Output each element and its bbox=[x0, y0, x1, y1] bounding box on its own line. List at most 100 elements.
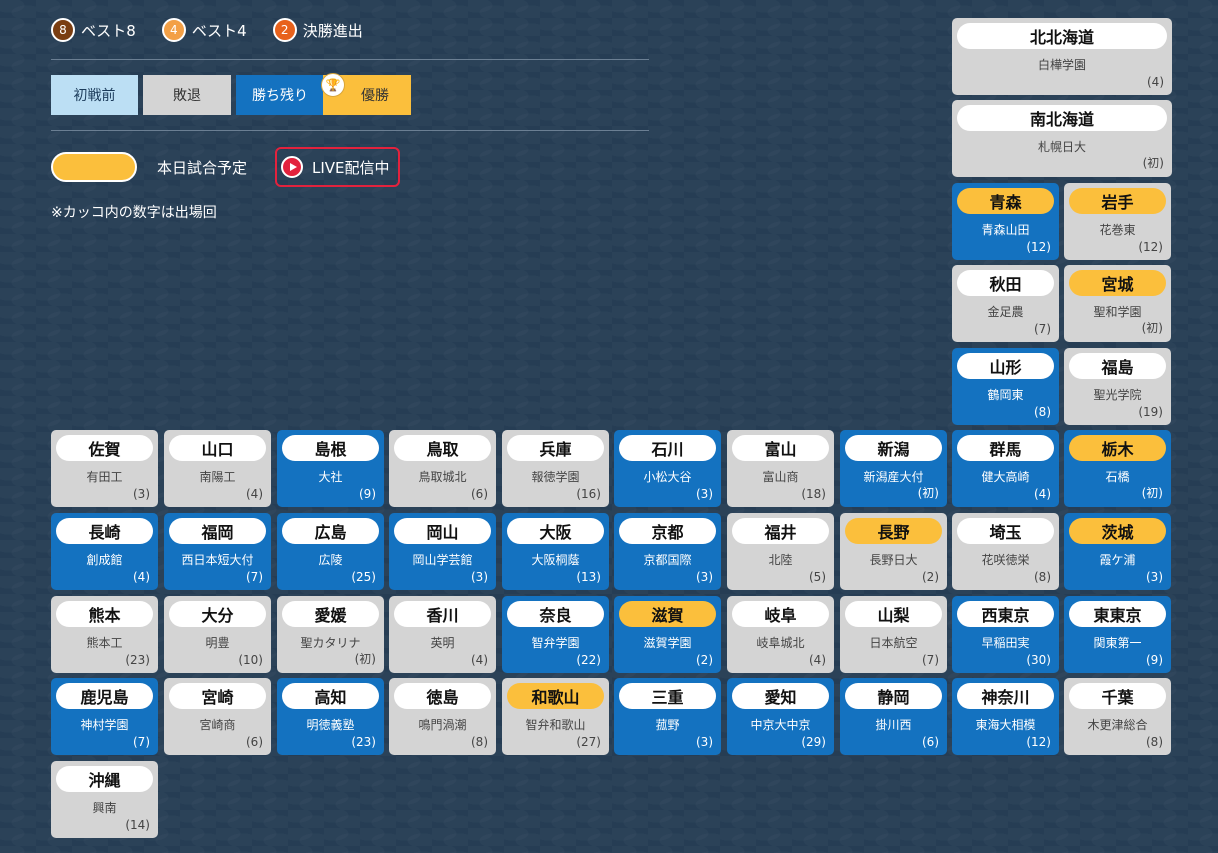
appearance-count: (29) bbox=[801, 735, 826, 749]
prefecture-name: 山形 bbox=[957, 353, 1054, 379]
prefecture-card[interactable]: 青森 青森山田 (12) bbox=[952, 183, 1059, 260]
prefecture-card[interactable]: 広島 広陵 (25) bbox=[277, 513, 384, 590]
prefecture-name: 青森 bbox=[957, 188, 1054, 214]
prefecture-card[interactable]: 富山 富山商 (18) bbox=[727, 430, 834, 507]
prefecture-card[interactable]: 奈良 智弁学園 (22) bbox=[502, 596, 609, 673]
school-name: 石橋 bbox=[1105, 470, 1130, 484]
school-name: 掛川西 bbox=[875, 718, 912, 732]
status-lost: 敗退 bbox=[143, 75, 231, 115]
prefecture-card[interactable]: 岐阜 岐阜城北 (4) bbox=[727, 596, 834, 673]
prefecture-card[interactable]: 新潟 新潟産大付 (初) bbox=[840, 430, 947, 507]
prefecture-card[interactable]: 沖縄 興南 (14) bbox=[51, 761, 158, 838]
prefecture-card[interactable]: 埼玉 花咲徳栄 (8) bbox=[952, 513, 1059, 590]
appearance-count: (4) bbox=[1034, 487, 1051, 501]
prefecture-name: 茨城 bbox=[1069, 518, 1166, 544]
prefecture-card[interactable]: 香川 英明 (4) bbox=[389, 596, 496, 673]
prefecture-card[interactable]: 和歌山 智弁和歌山 (27) bbox=[502, 678, 609, 755]
prefecture-card[interactable]: 三重 菰野 (3) bbox=[614, 678, 721, 755]
school-name: 健大高崎 bbox=[981, 470, 1030, 484]
prefecture-card[interactable]: 千葉 木更津総合 (8) bbox=[1064, 678, 1171, 755]
prefecture-card[interactable]: 鳥取 鳥取城北 (6) bbox=[389, 430, 496, 507]
prefecture-card[interactable]: 大分 明豊 (10) bbox=[164, 596, 271, 673]
prefecture-name: 香川 bbox=[394, 601, 491, 627]
prefecture-name: 鳥取 bbox=[394, 435, 491, 461]
prefecture-card[interactable]: 島根 大社 (9) bbox=[277, 430, 384, 507]
prefecture-card[interactable]: 岩手 花巻東 (12) bbox=[1064, 183, 1171, 260]
prefecture-name: 栃木 bbox=[1069, 435, 1166, 461]
school-name: 長野日大 bbox=[869, 553, 918, 567]
prefecture-card[interactable]: 北北海道 白樺学園 (4) bbox=[952, 18, 1172, 95]
school-name: 新潟産大付 bbox=[863, 470, 924, 484]
prefecture-card[interactable]: 茨城霞ケ浦 (3) bbox=[1064, 513, 1171, 590]
prefecture-card[interactable]: 兵庫 報徳学園 (16) bbox=[502, 430, 609, 507]
prefecture-card[interactable]: 福島 聖光学院 (19) bbox=[1064, 348, 1171, 425]
school-name: 熊本工 bbox=[86, 636, 123, 650]
prefecture-name: 山口 bbox=[169, 435, 266, 461]
prefecture-card[interactable]: 熊本 熊本工 (23) bbox=[51, 596, 158, 673]
prefecture-card[interactable]: 鹿児島 神村学園 (7) bbox=[51, 678, 158, 755]
appearance-count: (19) bbox=[1138, 405, 1163, 419]
prefecture-name: 長崎 bbox=[56, 518, 153, 544]
best4-label: ベスト4 bbox=[191, 21, 247, 40]
prefecture-card[interactable]: 石川 小松大谷 (3) bbox=[614, 430, 721, 507]
prefecture-name: 愛媛 bbox=[282, 601, 379, 627]
prefecture-card[interactable]: 宮崎 宮崎商 (6) bbox=[164, 678, 271, 755]
prefecture-name: 宮崎 bbox=[169, 683, 266, 709]
prefecture-card[interactable]: 山形 鶴岡東 (8) bbox=[952, 348, 1059, 425]
school-name: 金足農 bbox=[987, 305, 1024, 319]
appearance-count: (25) bbox=[351, 570, 376, 584]
prefecture-card[interactable]: 秋田 金足農 (7) bbox=[952, 265, 1059, 342]
prefecture-card[interactable]: 京都 京都国際 (3) bbox=[614, 513, 721, 590]
prefecture-name: 福井 bbox=[732, 518, 829, 544]
appearance-count: (9) bbox=[1146, 653, 1163, 667]
prefecture-card[interactable]: 佐賀 有田工 (3) bbox=[51, 430, 158, 507]
prefecture-name: 島根 bbox=[282, 435, 379, 461]
prefecture-card[interactable]: 山梨 日本航空 (7) bbox=[840, 596, 947, 673]
school-name: 富山商 bbox=[762, 470, 799, 484]
school-name: 北陸 bbox=[768, 553, 793, 567]
school-name: 神村学園 bbox=[80, 718, 129, 732]
appearance-count: (3) bbox=[1146, 570, 1163, 584]
prefecture-card[interactable]: 宮城 聖和学園 (初) bbox=[1064, 265, 1171, 342]
today-legend: 本日試合予定 LIVE配信中 bbox=[51, 147, 400, 187]
prefecture-card[interactable]: 滋賀 滋賀学園 (2) bbox=[614, 596, 721, 673]
appearance-count: (7) bbox=[1034, 322, 1051, 336]
prefecture-card[interactable]: 徳島鳴門渦潮 (8) bbox=[389, 678, 496, 755]
prefecture-card[interactable]: 西東京 早稲田実 (30) bbox=[952, 596, 1059, 673]
appearance-count: (7) bbox=[133, 735, 150, 749]
appearance-count: (初) bbox=[1141, 321, 1163, 335]
prefecture-card[interactable]: 高知 明徳義塾 (23) bbox=[277, 678, 384, 755]
prefecture-card[interactable]: 長崎 創成館 (4) bbox=[51, 513, 158, 590]
prefecture-card[interactable]: 福岡 西日本短大付 (7) bbox=[164, 513, 271, 590]
prefecture-card[interactable]: 栃木 石橋 (初) bbox=[1064, 430, 1171, 507]
appearance-count: (初) bbox=[354, 652, 376, 666]
prefecture-card[interactable]: 愛知 中京大中京 (29) bbox=[727, 678, 834, 755]
appearance-count: (10) bbox=[238, 653, 263, 667]
prefecture-card[interactable]: 神奈川 東海大相模 (12) bbox=[952, 678, 1059, 755]
prefecture-card[interactable]: 東東京 関東第一 (9) bbox=[1064, 596, 1171, 673]
appearance-count: (12) bbox=[1138, 240, 1163, 254]
prefecture-card[interactable]: 大阪 大阪桐蔭 (13) bbox=[502, 513, 609, 590]
live-label: LIVE配信中 bbox=[312, 158, 390, 177]
prefecture-name: 滋賀 bbox=[619, 601, 716, 627]
prefecture-name: 北北海道 bbox=[957, 23, 1167, 49]
school-name: 鳥取城北 bbox=[418, 470, 467, 484]
prefecture-name: 徳島 bbox=[394, 683, 491, 709]
prefecture-name: 千葉 bbox=[1069, 683, 1166, 709]
prefecture-name: 富山 bbox=[732, 435, 829, 461]
prefecture-card[interactable]: 静岡 掛川西 (6) bbox=[840, 678, 947, 755]
school-name: 霞ケ浦 bbox=[1099, 553, 1136, 567]
prefecture-card[interactable]: 山口 南陽工 (4) bbox=[164, 430, 271, 507]
prefecture-card[interactable]: 群馬健大高崎 (4) bbox=[952, 430, 1059, 507]
school-name: 鳴門渦潮 bbox=[418, 718, 467, 732]
school-name: 聖光学院 bbox=[1093, 388, 1142, 402]
prefecture-card[interactable]: 岡山 岡山学芸館 (3) bbox=[389, 513, 496, 590]
prefecture-card[interactable]: 福井 北陸 (5) bbox=[727, 513, 834, 590]
prefecture-name: 石川 bbox=[619, 435, 716, 461]
appearance-count: (8) bbox=[471, 735, 488, 749]
prefecture-card[interactable]: 南北海道 札幌日大 (初) bbox=[952, 100, 1172, 177]
prefecture-card[interactable]: 愛媛 聖カタリナ (初) bbox=[277, 596, 384, 673]
prefecture-card[interactable]: 長野 長野日大 (2) bbox=[840, 513, 947, 590]
appearance-count: (3) bbox=[696, 570, 713, 584]
prefecture-name: 群馬 bbox=[957, 435, 1054, 461]
